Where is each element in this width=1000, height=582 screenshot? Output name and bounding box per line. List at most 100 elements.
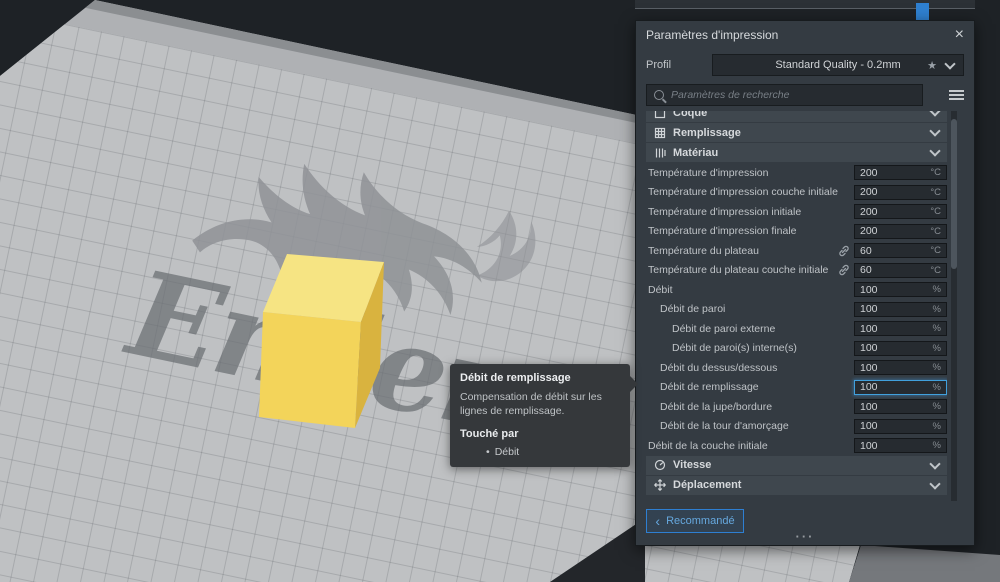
- setting-value-field[interactable]: 100 %: [854, 282, 947, 297]
- panel-header: Paramètres d'impression ×: [636, 21, 974, 48]
- setting-label: Débit du dessus/dessous: [646, 362, 854, 374]
- scrollbar-thumb[interactable]: [951, 119, 957, 269]
- setting-unit: %: [933, 323, 946, 334]
- setting-unit: %: [933, 362, 946, 373]
- profile-dropdown[interactable]: Standard Quality - 0.2mm ★: [712, 54, 964, 76]
- setting-unit: %: [933, 284, 946, 295]
- link-icon[interactable]: [838, 245, 850, 257]
- setting-value-field[interactable]: 60 °C: [854, 263, 947, 278]
- setting-value-field[interactable]: 200 °C: [854, 165, 947, 180]
- setting-value-field[interactable]: 100 %: [854, 341, 947, 356]
- setting-value: 200: [855, 167, 930, 179]
- chevron-down-icon: [944, 58, 955, 69]
- setting-row: Débit de la jupe/bordure 100 %: [646, 397, 947, 417]
- setting-label: Débit de paroi(s) interne(s): [646, 342, 854, 354]
- panel-title: Paramètres d'impression: [646, 28, 778, 42]
- setting-value-field[interactable]: 100 %: [854, 302, 947, 317]
- setting-value-field[interactable]: 100 %: [854, 360, 947, 375]
- setting-row: Température d'impression couche initiale…: [646, 183, 947, 203]
- chevron-down-icon: [929, 111, 940, 117]
- setting-row: Débit de la tour d'amorçage 100 %: [646, 417, 947, 437]
- profile-label: Profil: [646, 59, 712, 71]
- setting-row: Température d'impression 200 °C: [646, 163, 947, 183]
- setting-value-field[interactable]: 200 °C: [854, 204, 947, 219]
- setting-value-field[interactable]: 100 %: [854, 438, 947, 453]
- setting-row: Température du plateau couche initiale 6…: [646, 261, 947, 281]
- setting-unit: %: [933, 304, 946, 315]
- model-cube[interactable]: [240, 240, 400, 440]
- chevron-down-icon: [929, 125, 940, 136]
- recommended-label: Recommandé: [666, 515, 734, 527]
- category-label: Vitesse: [673, 459, 711, 471]
- material-icon: [654, 147, 666, 159]
- setting-unit: °C: [930, 206, 946, 217]
- category-coque[interactable]: Coque: [646, 111, 947, 122]
- setting-value: 200: [855, 206, 930, 218]
- chevron-left-icon: ‹: [655, 516, 660, 526]
- search-icon: [654, 90, 664, 100]
- setting-value: 60: [855, 264, 930, 276]
- setting-unit: %: [933, 401, 946, 412]
- setting-label: Température d'impression initiale: [646, 206, 854, 218]
- setting-value-field[interactable]: 100 %: [854, 321, 947, 336]
- category-vitesse[interactable]: Vitesse: [646, 456, 947, 475]
- infill-icon: [654, 127, 666, 139]
- search-row: [646, 84, 964, 106]
- settings-scrollbar[interactable]: [951, 111, 957, 501]
- setting-label: Température du plateau: [646, 245, 838, 257]
- category-materiau[interactable]: Matériau: [646, 143, 947, 162]
- travel-icon: [654, 479, 666, 491]
- setting-label: Température du plateau couche initiale: [646, 264, 838, 276]
- category-remplissage[interactable]: Remplissage: [646, 123, 947, 142]
- setting-label: Débit: [646, 284, 854, 296]
- setting-row: Débit du dessus/dessous 100 %: [646, 358, 947, 378]
- setting-unit: °C: [930, 245, 946, 256]
- setting-row: Débit 100 %: [646, 280, 947, 300]
- print-settings-panel: Paramètres d'impression × Profil Standar…: [635, 20, 975, 546]
- setting-label: Température d'impression: [646, 167, 854, 179]
- setting-row: Débit de paroi externe 100 %: [646, 319, 947, 339]
- setting-value-field[interactable]: 100 %: [854, 399, 947, 414]
- setting-value: 100: [855, 401, 933, 413]
- setting-unit: °C: [930, 226, 946, 237]
- setting-row: Température d'impression finale 200 °C: [646, 222, 947, 242]
- setting-unit: %: [933, 440, 946, 451]
- setting-row: Débit de paroi 100 %: [646, 300, 947, 320]
- setting-value-field-focused[interactable]: 100 %: [854, 380, 947, 395]
- bullet-icon: •: [486, 446, 490, 458]
- setting-value-field[interactable]: 200 °C: [854, 224, 947, 239]
- setting-value: 200: [855, 225, 930, 237]
- setting-unit: °C: [930, 187, 946, 198]
- category-label: Coque: [673, 111, 707, 119]
- tooltip-affected-item: • Débit: [460, 446, 620, 458]
- setting-value-field[interactable]: 100 %: [854, 419, 947, 434]
- setting-unit: °C: [930, 265, 946, 276]
- search-input[interactable]: [669, 88, 922, 102]
- link-icon[interactable]: [838, 264, 850, 276]
- setting-unit: %: [933, 343, 946, 354]
- setting-value: 100: [855, 323, 933, 335]
- setting-value-field[interactable]: 200 °C: [854, 185, 947, 200]
- setting-label: Température d'impression couche initiale: [646, 186, 854, 198]
- setting-value-field[interactable]: 60 °C: [854, 243, 947, 258]
- setting-label: Débit de remplissage: [646, 381, 854, 393]
- star-icon[interactable]: ★: [927, 59, 937, 72]
- setting-value: 100: [855, 303, 933, 315]
- search-box[interactable]: [646, 84, 923, 106]
- setting-label: Débit de la couche initiale: [646, 440, 854, 452]
- setting-value: 100: [855, 284, 933, 296]
- menu-icon[interactable]: [949, 90, 964, 92]
- category-deplacement[interactable]: Déplacement: [646, 476, 947, 495]
- setting-value: 100: [855, 381, 933, 393]
- build-plate-edge: [845, 545, 1000, 582]
- speed-icon: [654, 459, 666, 471]
- panel-resize-handle[interactable]: ···: [636, 529, 974, 544]
- tooltip-affected-item-label: Débit: [495, 446, 520, 458]
- category-label: Déplacement: [673, 479, 741, 491]
- setting-label: Température d'impression finale: [646, 225, 854, 237]
- setting-row-debit-remplissage: Débit de remplissage 100 %: [646, 378, 947, 398]
- category-label: Remplissage: [673, 127, 741, 139]
- close-icon[interactable]: ×: [955, 28, 964, 42]
- tooltip-affected-by-label: Touché par: [460, 428, 620, 440]
- cube-front-face: [259, 312, 361, 428]
